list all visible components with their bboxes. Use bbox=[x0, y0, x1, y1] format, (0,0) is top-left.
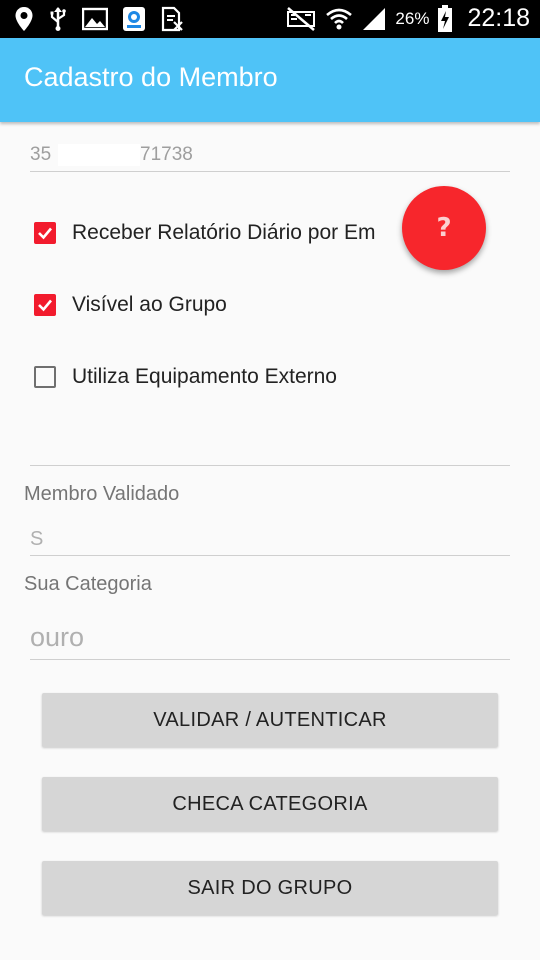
validate-button[interactable]: VALIDAR / AUTENTICAR bbox=[42, 693, 498, 747]
status-bar-time: 22:18 bbox=[467, 4, 530, 32]
usb-icon bbox=[48, 6, 68, 32]
checkbox-label: Utiliza Equipamento Externo bbox=[72, 365, 337, 388]
validated-label: Membro Validado bbox=[24, 483, 180, 505]
location-icon bbox=[14, 6, 34, 32]
app-notification-icon bbox=[122, 6, 146, 32]
checkbox-daily-report[interactable]: Receber Relatório Diário por Em bbox=[34, 221, 375, 245]
signal-icon bbox=[361, 6, 387, 32]
checkbox-checked-icon bbox=[34, 294, 56, 316]
checkbox-unchecked-icon bbox=[34, 366, 56, 388]
checkbox-label: Receber Relatório Diário por Em bbox=[72, 221, 376, 244]
help-button[interactable]: ? bbox=[402, 186, 486, 270]
wifi-icon bbox=[325, 6, 353, 32]
validated-field-underline bbox=[30, 555, 510, 556]
category-label: Sua Categoria bbox=[24, 573, 152, 595]
leave-group-button[interactable]: SAIR DO GRUPO bbox=[42, 861, 498, 915]
status-bar-right: 26% 22:18 bbox=[285, 4, 530, 33]
phone-value-start: 35 bbox=[30, 144, 52, 165]
empty-field-underline[interactable] bbox=[30, 465, 510, 466]
checkbox-external-equipment[interactable]: Utiliza Equipamento Externo bbox=[34, 365, 337, 389]
category-value: ouro bbox=[30, 622, 85, 652]
battery-percent: 26% bbox=[395, 8, 430, 28]
status-bar: 26% 22:18 bbox=[0, 0, 540, 38]
redacted-region bbox=[58, 144, 140, 166]
checkbox-label: Visível ao Grupo bbox=[72, 293, 227, 316]
no-sim-icon bbox=[160, 6, 184, 32]
category-field-underline bbox=[30, 659, 510, 660]
checkbox-visible-to-group[interactable]: Visível ao Grupo bbox=[34, 293, 227, 317]
app-bar: Cadastro do Membro bbox=[0, 38, 540, 122]
page-title: Cadastro do Membro bbox=[24, 62, 278, 92]
mute-icon bbox=[285, 6, 317, 32]
validated-value: S bbox=[30, 528, 44, 550]
checkbox-checked-icon bbox=[34, 222, 56, 244]
check-category-button[interactable]: CHECA CATEGORIA bbox=[42, 777, 498, 831]
image-icon bbox=[82, 7, 108, 31]
phone-field-underline bbox=[30, 171, 510, 172]
phone-value-end: 71738 bbox=[140, 144, 193, 165]
battery-charging-icon bbox=[437, 4, 453, 33]
status-bar-left bbox=[14, 6, 184, 32]
